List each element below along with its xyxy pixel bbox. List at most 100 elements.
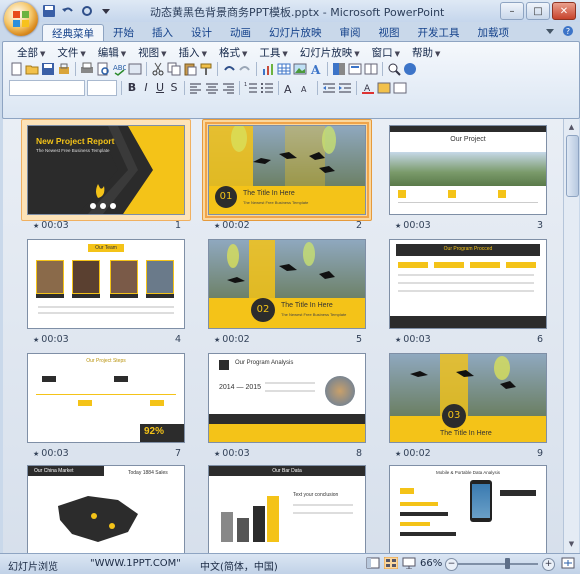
menu-item-0[interactable]: 全部 ▼ <box>11 45 51 60</box>
insert-chart-icon[interactable] <box>261 62 275 76</box>
slide-sorter-view-icon[interactable] <box>383 556 399 572</box>
redo-icon[interactable] <box>80 4 94 18</box>
save-icon[interactable] <box>42 4 56 18</box>
increase-font-icon[interactable]: A <box>283 81 297 96</box>
menu-item-8[interactable]: 窗口 ▼ <box>366 45 406 60</box>
save-icon[interactable] <box>41 62 55 76</box>
scroll-down-icon[interactable]: ▼ <box>565 538 578 551</box>
decrease-font-icon[interactable]: A <box>299 81 313 95</box>
font-name-box[interactable] <box>9 80 85 96</box>
scroll-up-icon[interactable]: ▲ <box>565 121 578 134</box>
bullets-icon[interactable] <box>260 81 274 95</box>
font-size-box[interactable] <box>87 80 117 96</box>
menu-item-9[interactable]: 帮助 ▼ <box>406 45 446 60</box>
ribbon-tab-3[interactable]: 设计 <box>182 24 221 41</box>
zoom-slider[interactable] <box>458 563 538 565</box>
svg-text:A: A <box>310 63 321 76</box>
undo-icon[interactable] <box>222 62 236 76</box>
help-icon[interactable]: ? <box>562 25 574 37</box>
title-bar: 动态黄黑色背景商务PPT模板.pptx - Microsoft PowerPoi… <box>0 0 580 22</box>
zoom-icon[interactable] <box>387 62 401 76</box>
zoom-level[interactable]: 66% <box>420 558 442 569</box>
vertical-scrollbar[interactable]: ▲ ▼ <box>563 119 579 553</box>
menu-item-6[interactable]: 工具 ▼ <box>253 45 293 60</box>
copy-icon[interactable] <box>167 62 181 76</box>
dropdown-arrow-icon: ▼ <box>354 50 360 58</box>
ribbon-tab-9[interactable]: 加载项 <box>469 24 519 41</box>
slide-years: 2014 — 2015 <box>219 384 262 391</box>
italic-button[interactable]: I <box>140 81 152 95</box>
menu-item-3[interactable]: 视图 ▼ <box>132 45 172 60</box>
ribbon-tab-5[interactable]: 幻灯片放映 <box>260 24 331 41</box>
insert-picture-icon[interactable] <box>293 62 307 76</box>
spelling-icon[interactable]: ABC <box>112 62 127 76</box>
svg-text:A: A <box>284 83 292 95</box>
slide-show-view-icon[interactable] <box>402 557 416 572</box>
open-icon[interactable] <box>25 62 39 76</box>
paste-icon[interactable] <box>183 62 197 76</box>
ribbon-tab-4[interactable]: 动画 <box>221 24 260 41</box>
research-icon[interactable] <box>128 62 142 76</box>
menu-item-5[interactable]: 格式 ▼ <box>213 45 253 60</box>
slide-title: New Project Report <box>36 136 115 146</box>
help-book-icon[interactable] <box>403 62 417 76</box>
close-button[interactable]: ✕ <box>552 2 576 20</box>
undo-icon[interactable] <box>61 4 75 18</box>
insert-wordart-icon[interactable]: A <box>309 62 323 77</box>
office-button[interactable] <box>4 2 38 36</box>
maximize-button[interactable]: □ <box>526 2 550 20</box>
ribbon-tab-0[interactable]: 经典菜单 <box>42 24 104 42</box>
slide-timing: ★ 00:03 <box>214 448 250 459</box>
menu-item-7[interactable]: 幻灯片放映 ▼ <box>294 45 366 60</box>
underline-button[interactable]: U <box>154 81 166 95</box>
powerpoint-window: 动态黄黑色背景商务PPT模板.pptx - Microsoft PowerPoi… <box>0 0 580 574</box>
numbering-icon[interactable]: 1 <box>244 81 258 95</box>
ribbon-tab-7[interactable]: 视图 <box>370 24 409 41</box>
normal-view-icon[interactable] <box>366 557 380 572</box>
increase-indent-icon[interactable] <box>338 81 352 95</box>
color-grayscale-icon[interactable] <box>332 62 346 76</box>
menu-label: 文件 <box>57 47 79 59</box>
menu-item-2[interactable]: 编辑 ▼ <box>92 45 132 60</box>
ribbon-tab-1[interactable]: 开始 <box>104 24 143 41</box>
menu-item-4[interactable]: 插入 ▼ <box>173 45 213 60</box>
permission-icon[interactable] <box>57 62 71 76</box>
new-slide-small-icon[interactable] <box>393 81 407 95</box>
align-center-icon[interactable] <box>205 81 219 95</box>
font-color-icon[interactable]: A <box>361 81 375 95</box>
decrease-indent-icon[interactable] <box>322 81 336 95</box>
zoom-out-button[interactable]: − <box>445 558 458 571</box>
minimize-button[interactable]: – <box>500 2 524 20</box>
new-icon[interactable] <box>9 62 23 76</box>
animation-star-icon: ★ <box>33 222 40 230</box>
align-right-icon[interactable] <box>221 81 235 95</box>
dropdown-arrow-icon: ▼ <box>161 50 167 58</box>
ribbon-tab-2[interactable]: 插入 <box>143 24 182 41</box>
layout-icon[interactable] <box>364 62 378 76</box>
bold-button[interactable]: B <box>126 81 138 95</box>
design-icon[interactable] <box>377 81 391 95</box>
window-title: 动态黄黑色背景商务PPT模板.pptx - Microsoft PowerPoi… <box>150 6 445 19</box>
print-icon[interactable] <box>80 62 94 76</box>
align-left-icon[interactable] <box>189 81 203 95</box>
new-slide-icon[interactable] <box>348 62 362 76</box>
cut-icon[interactable] <box>151 62 165 76</box>
menu-item-1[interactable]: 文件 ▼ <box>51 45 91 60</box>
ribbon-minimize-icon[interactable] <box>544 25 556 37</box>
ribbon-tab-8[interactable]: 开发工具 <box>409 24 469 41</box>
print-preview-icon[interactable] <box>96 62 110 76</box>
scroll-thumb[interactable] <box>566 135 579 197</box>
format-painter-icon[interactable] <box>199 62 213 76</box>
view-name: 幻灯片浏览 <box>8 562 58 573</box>
customize-qat-icon[interactable] <box>99 4 113 18</box>
zoom-slider-knob[interactable] <box>505 558 510 569</box>
insert-table-icon[interactable] <box>277 62 291 76</box>
shadow-button[interactable]: S <box>168 81 180 95</box>
fit-to-window-icon[interactable] <box>561 557 575 572</box>
redo-icon[interactable] <box>238 62 252 76</box>
ribbon-tab-6[interactable]: 审阅 <box>331 24 370 41</box>
slide-number: 9 <box>536 448 543 459</box>
slide-number: 6 <box>536 334 543 345</box>
zoom-in-button[interactable]: + <box>542 558 555 571</box>
slide-caption: Text your conclusion <box>293 492 339 498</box>
